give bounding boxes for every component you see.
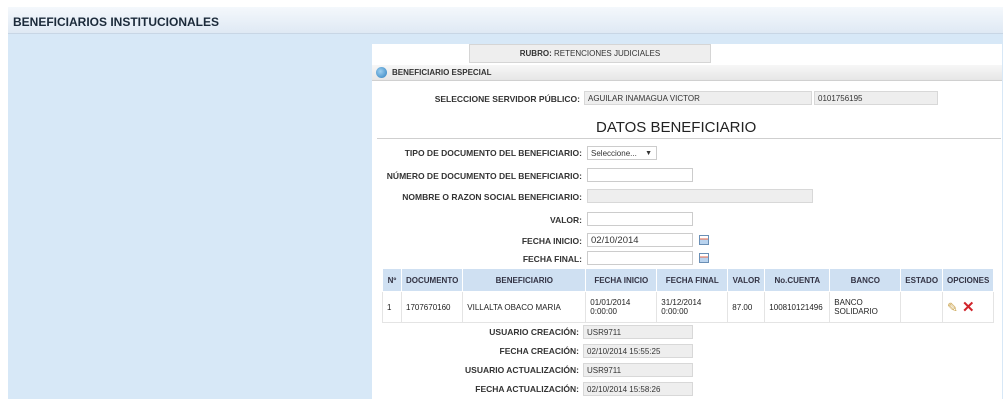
- servidor-label: SELECCIONE SERVIDOR PÚBLICO:: [434, 94, 580, 104]
- cell-estado: [900, 291, 944, 323]
- tipo-doc-selected: Seleccione...: [591, 149, 637, 158]
- col-valor: VALOR: [727, 268, 766, 292]
- col-documento: DOCUMENTO: [400, 268, 464, 292]
- beneficiary-panel: RUBRO: RETENCIONES JUDICIALES BENEFICIAR…: [372, 44, 1002, 399]
- cell-fecha-inicio: 01/01/2014 0:00:00: [585, 291, 658, 323]
- cell-valor: 87.00: [727, 291, 766, 323]
- section-header: BENEFICIARIO ESPECIAL: [372, 65, 1002, 81]
- table-row: 1 1707670160 VILLALTA OBACO MARIA 01/01/…: [382, 291, 995, 323]
- cell-documento: 1707670160: [400, 291, 464, 323]
- tipo-doc-label: TIPO DE DOCUMENTO DEL BENEFICIARIO:: [404, 148, 582, 158]
- servidor-name-field[interactable]: AGUILAR INAMAGUA VICTOR: [584, 91, 812, 105]
- num-doc-label: NÚMERO DE DOCUMENTO DEL BENEFICIARIO:: [386, 171, 582, 181]
- title-bar: BENEFICIARIOS INSTITUCIONALES: [8, 7, 1003, 34]
- calendar-icon[interactable]: [699, 253, 709, 263]
- divider: [377, 138, 1001, 139]
- info-bullet-icon: [376, 67, 387, 78]
- cell-banco: BANCO SOLIDARIO: [829, 291, 902, 323]
- cell-cuenta: 100810121496: [764, 291, 831, 323]
- rubro-label: RUBRO:: [519, 49, 552, 58]
- fecha-final-input[interactable]: [587, 251, 693, 265]
- page-title: BENEFICIARIOS INSTITUCIONALES: [13, 15, 220, 29]
- beneficiaries-table: Nº DOCUMENTO BENEFICIARIO FECHA INICIO F…: [382, 268, 995, 323]
- usuario-actualizacion-value: USR9711: [583, 363, 693, 377]
- valor-label: VALOR:: [550, 215, 582, 225]
- col-banco: BANCO: [829, 268, 902, 292]
- valor-input[interactable]: [587, 212, 693, 226]
- fecha-creacion-label: FECHA CREACIÓN:: [499, 346, 580, 356]
- fecha-inicio-label: FECHA INICIO:: [521, 236, 582, 246]
- fecha-final-label: FECHA FINAL:: [522, 254, 582, 264]
- table-header-row: Nº DOCUMENTO BENEFICIARIO FECHA INICIO F…: [382, 268, 995, 292]
- cell-fecha-final: 31/12/2014 0:00:00: [656, 291, 729, 323]
- form-heading: DATOS BENEFICIARIO: [596, 119, 757, 136]
- fecha-creacion-value: 02/10/2014 15:55:25: [583, 344, 693, 358]
- rubro-field: RUBRO: RETENCIONES JUDICIALES: [469, 44, 711, 63]
- delete-x-icon[interactable]: ✕: [962, 298, 975, 316]
- col-cuenta: No.CUENTA: [764, 268, 831, 292]
- usuario-creacion-value: USR9711: [583, 325, 693, 339]
- nombre-label: NOMBRE O RAZON SOCIAL BENEFICIARIO:: [402, 192, 582, 202]
- col-beneficiario: BENEFICIARIO: [462, 268, 587, 292]
- col-opciones: OPCIONES: [942, 268, 995, 292]
- col-n: Nº: [382, 268, 402, 292]
- cell-opciones: ✎ ✕: [942, 291, 995, 323]
- col-estado: ESTADO: [900, 268, 944, 292]
- cell-beneficiario: VILLALTA OBACO MARIA: [462, 291, 587, 323]
- servidor-id-field: 0101756195: [814, 91, 938, 105]
- pencil-icon[interactable]: ✎: [947, 300, 958, 316]
- fecha-inicio-input[interactable]: 02/10/2014: [587, 233, 693, 247]
- col-fecha-final: FECHA FINAL: [656, 268, 729, 292]
- rubro-value: RETENCIONES JUDICIALES: [553, 49, 661, 58]
- tipo-doc-select[interactable]: Seleccione... ▼: [587, 146, 657, 160]
- chevron-down-icon: ▼: [645, 150, 652, 157]
- usuario-creacion-label: USUARIO CREACIÓN:: [489, 327, 579, 337]
- fecha-actualizacion-value: 02/10/2014 15:58:26: [583, 382, 693, 396]
- usuario-actualizacion-label: USUARIO ACTUALIZACIÓN:: [465, 365, 579, 375]
- col-fecha-inicio: FECHA INICIO: [585, 268, 658, 292]
- num-doc-input[interactable]: [587, 168, 693, 182]
- fecha-actualizacion-label: FECHA ACTUALIZACIÓN:: [475, 384, 579, 394]
- nombre-input: [587, 189, 813, 203]
- section-title: BENEFICIARIO ESPECIAL: [392, 68, 492, 77]
- calendar-icon[interactable]: [699, 235, 709, 245]
- cell-n: 1: [382, 291, 402, 323]
